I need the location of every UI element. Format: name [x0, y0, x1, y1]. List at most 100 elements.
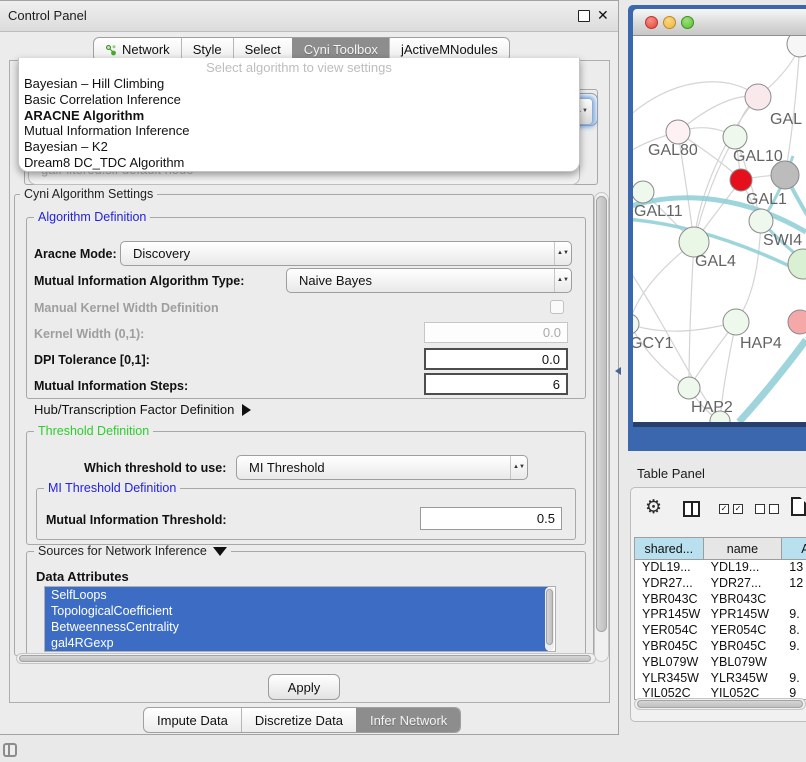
tab-select-label: Select	[245, 42, 281, 57]
network-node[interactable]	[771, 161, 799, 189]
settings-hscrollbar-thumb[interactable]	[19, 655, 591, 662]
dropdown-item[interactable]: Bayesian – K2	[19, 139, 579, 155]
cell: YBL079W	[704, 655, 783, 671]
tab-impute-data[interactable]: Impute Data	[144, 708, 241, 732]
sources-legend-label: Sources for Network Inference	[38, 544, 207, 558]
tab-infer-network-label: Infer Network	[370, 713, 447, 728]
dropdown-item[interactable]: Dream8 DC_TDC Algorithm	[19, 155, 579, 171]
table-settings-gear-icon[interactable]: ⚙	[645, 496, 662, 519]
hub-section-label: Hub/Transcription Factor Definition	[34, 402, 234, 417]
dropdown-item[interactable]: Bayesian – Hill Climbing	[19, 76, 579, 92]
checked-box-icon: ✓	[719, 504, 729, 514]
network-edge[interactable]	[689, 242, 694, 388]
network-node[interactable]	[730, 169, 752, 191]
cell: YLR345W	[635, 671, 704, 687]
select-all-columns-icon[interactable]: ✓✓	[719, 504, 747, 514]
attributes-scrollbar[interactable]	[545, 587, 554, 651]
network-node-label: GAL11	[634, 203, 683, 220]
list-item[interactable]: TopologicalCoefficient	[45, 603, 548, 619]
network-canvas[interactable]: GAL GAL80 GAL10 GAL1 GAL11 SWI4 GAL4 GCY…	[633, 36, 806, 422]
column-header-shared-name[interactable]: shared...	[635, 538, 704, 559]
network-node[interactable]	[666, 120, 690, 144]
table-row[interactable]: YER054CYER054C8.	[635, 623, 806, 639]
network-edge[interactable]	[633, 82, 758, 120]
zoom-window-icon[interactable]	[681, 16, 694, 29]
mi-type-combo[interactable]: Naive Bayes ▲▼	[286, 268, 572, 293]
minimize-window-icon[interactable]	[663, 16, 676, 29]
aracne-mode-combo[interactable]: Discovery ▲▼	[120, 241, 572, 266]
network-node[interactable]	[723, 309, 749, 335]
list-item[interactable]: BetweennessCentrality	[45, 619, 548, 635]
manual-kernel-checkbox[interactable]	[550, 300, 564, 314]
close-window-icon[interactable]	[645, 16, 658, 29]
unselect-all-columns-icon[interactable]	[755, 504, 783, 514]
unchecked-box-icon	[755, 504, 765, 514]
network-view-window: GAL GAL80 GAL10 GAL1 GAL11 SWI4 GAL4 GCY…	[628, 5, 806, 451]
settings-scrollbar[interactable]	[594, 192, 609, 662]
mi-steps-field[interactable]: 6	[424, 373, 568, 395]
table-row[interactable]: YBR045CYBR045C9.	[635, 639, 806, 655]
table-hscrollbar[interactable]	[634, 698, 806, 710]
table-row[interactable]: YDR27...YDR27...12	[635, 576, 806, 592]
network-node[interactable]	[633, 314, 639, 334]
network-node-label: GAL4	[695, 253, 736, 270]
control-panel-titlebar[interactable]: Control Panel ✕	[0, 1, 618, 32]
dropdown-item[interactable]: Basic Correlation Inference	[19, 92, 579, 108]
network-node[interactable]	[788, 249, 806, 279]
network-edge[interactable]	[785, 44, 800, 175]
float-panel-icon[interactable]	[578, 10, 590, 22]
which-threshold-combo[interactable]: MI Threshold ▲▼	[236, 455, 528, 480]
table-row[interactable]: YBL079WYBL079W	[635, 655, 806, 671]
hub-section-toggle[interactable]: Hub/Transcription Factor Definition	[34, 402, 251, 417]
table-hscrollbar-thumb[interactable]	[637, 700, 803, 708]
which-threshold-value: MI Threshold	[237, 460, 510, 475]
panel-toggle-icon[interactable]	[3, 743, 17, 757]
network-node[interactable]	[749, 209, 773, 233]
network-node[interactable]	[745, 84, 771, 110]
network-edge[interactable]	[633, 322, 736, 331]
network-edge[interactable]	[694, 137, 735, 242]
tab-infer-network[interactable]: Infer Network	[356, 708, 460, 732]
column-header-name[interactable]: name	[704, 538, 783, 559]
tab-discretize-data-label: Discretize Data	[255, 713, 343, 728]
table-row[interactable]: YBR043CYBR043C	[635, 592, 806, 608]
tab-discretize-data[interactable]: Discretize Data	[241, 708, 356, 732]
network-node[interactable]	[633, 181, 654, 203]
data-attributes-label: Data Attributes	[36, 569, 129, 584]
splitter-collapse-icon[interactable]	[615, 367, 621, 375]
apply-button[interactable]: Apply	[268, 674, 340, 700]
kernel-width-field[interactable]: 0.0	[424, 322, 568, 343]
network-node[interactable]	[788, 310, 806, 334]
network-node[interactable]	[678, 377, 700, 399]
close-panel-icon[interactable]: ✕	[597, 7, 609, 24]
cell: 9.	[782, 607, 806, 623]
dropdown-item[interactable]: Mutual Information Inference	[19, 123, 579, 139]
dropdown-item-selected[interactable]: ARACNE Algorithm	[19, 108, 579, 124]
canvas-bottom-shadow	[633, 422, 806, 427]
dpi-tolerance-field[interactable]: 0.0	[424, 348, 568, 370]
attributes-scrollbar-thumb[interactable]	[546, 589, 553, 645]
dpi-tolerance-label: DPI Tolerance [0,1]:	[34, 353, 150, 367]
network-node-label: GAL80	[648, 142, 698, 159]
settings-hscrollbar[interactable]	[16, 653, 596, 664]
network-node[interactable]	[723, 125, 747, 149]
network-edge[interactable]	[739, 340, 806, 422]
settings-scrollbar-thumb[interactable]	[596, 196, 607, 632]
network-edge[interactable]	[694, 97, 758, 242]
sources-legend[interactable]: Sources for Network Inference	[34, 545, 231, 558]
network-node[interactable]	[787, 36, 806, 57]
mi-threshold-field[interactable]: 0.5	[420, 507, 562, 530]
cell: YBR043C	[704, 592, 783, 608]
import-table-icon[interactable]	[791, 497, 806, 516]
list-item[interactable]: gal4RGexp	[45, 635, 548, 651]
network-edge[interactable]	[736, 221, 761, 322]
cell: YBR043C	[635, 592, 704, 608]
network-window-titlebar[interactable]	[633, 9, 806, 36]
list-item[interactable]: SelfLoops	[45, 587, 548, 603]
show-columns-icon[interactable]	[683, 501, 700, 517]
column-header-partial[interactable]: A	[782, 538, 806, 559]
network-node-label: GAL	[770, 111, 802, 128]
table-row[interactable]: YDL19...YDL19...13	[635, 560, 806, 576]
table-row[interactable]: YLR345WYLR345W9.	[635, 671, 806, 687]
table-row[interactable]: YPR145WYPR145W9.	[635, 607, 806, 623]
